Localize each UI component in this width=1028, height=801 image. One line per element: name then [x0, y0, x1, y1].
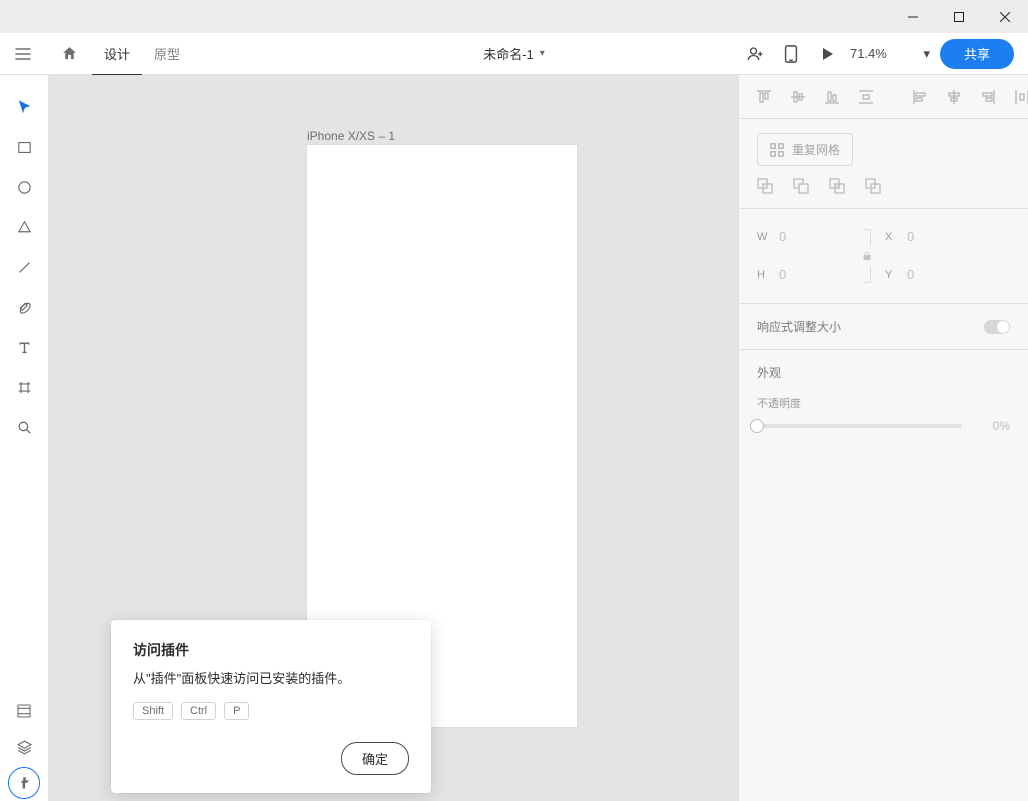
responsive-label: 响应式调整大小 [757, 318, 841, 335]
left-toolbar [0, 75, 49, 801]
artboard-tool[interactable] [0, 367, 49, 407]
repeat-grid-section: 重复网格 [739, 119, 1028, 209]
line-tool[interactable] [0, 247, 49, 287]
y-label: Y [885, 269, 899, 281]
inspector-panel: 重复网格 W 0 X 0 H [738, 75, 1028, 801]
opacity-label: 不透明度 [757, 395, 1010, 411]
repeat-grid-button[interactable]: 重复网格 [757, 133, 853, 166]
plugins-panel-button[interactable] [0, 765, 49, 801]
bool-exclude-icon[interactable] [865, 178, 881, 194]
coach-mark-popover: 访问插件 从"插件"面板快速访问已安装的插件。 Shift Ctrl P 确定 [111, 620, 431, 793]
repeat-grid-label: 重复网格 [792, 141, 840, 158]
close-button[interactable] [982, 0, 1028, 33]
height-label: H [757, 269, 771, 281]
bool-intersect-icon[interactable] [829, 178, 845, 194]
pen-tool[interactable] [0, 287, 49, 327]
home-button[interactable] [46, 33, 92, 75]
device-preview-icon[interactable] [778, 33, 804, 75]
artboard-title[interactable]: iPhone X/XS – 1 [307, 129, 395, 143]
appearance-heading: 外观 [757, 364, 1010, 381]
text-tool[interactable] [0, 327, 49, 367]
zoom-tool[interactable] [0, 407, 49, 447]
ellipse-tool[interactable] [0, 167, 49, 207]
zoom-value: 71.4% [850, 46, 887, 61]
bool-subtract-icon[interactable] [793, 178, 809, 194]
distribute-v-icon[interactable] [857, 88, 875, 106]
chevron-down-icon: ▾ [540, 48, 545, 59]
align-bottom-icon[interactable] [823, 88, 841, 106]
opacity-slider[interactable] [757, 424, 962, 428]
width-input[interactable]: 0 [779, 229, 849, 245]
menu-button[interactable] [0, 33, 46, 75]
responsive-section: 响应式调整大小 [739, 304, 1028, 350]
chevron-down-icon: ▾ [923, 46, 930, 62]
document-title-dropdown[interactable]: 未命名-1 ▾ [483, 44, 545, 63]
x-label: X [885, 231, 899, 243]
align-left-icon[interactable] [911, 88, 929, 106]
maximize-button[interactable] [936, 0, 982, 33]
tab-prototype[interactable]: 原型 [142, 33, 192, 75]
share-button[interactable]: 共享 [940, 39, 1014, 69]
boolean-ops-row [757, 178, 1010, 194]
key-ctrl: Ctrl [181, 702, 216, 720]
align-right-icon[interactable] [979, 88, 997, 106]
canvas-area[interactable]: iPhone X/XS – 1 访问插件 从"插件"面板快速访问已安装的插件。 … [49, 75, 738, 801]
polygon-tool[interactable] [0, 207, 49, 247]
geometry-section: W 0 X 0 H 0 Y 0 [739, 209, 1028, 304]
bool-add-icon[interactable] [757, 178, 773, 194]
align-row [739, 75, 1028, 119]
assets-panel-button[interactable] [0, 693, 49, 729]
play-preview-icon[interactable] [814, 33, 840, 75]
layers-panel-button[interactable] [0, 729, 49, 765]
align-top-icon[interactable] [755, 88, 773, 106]
key-shift: Shift [133, 702, 173, 720]
document-title: 未命名-1 [483, 44, 534, 63]
tab-design[interactable]: 设计 [92, 33, 142, 75]
distribute-h-icon[interactable] [1013, 88, 1028, 106]
align-vcenter-icon[interactable] [789, 88, 807, 106]
align-hcenter-icon[interactable] [945, 88, 963, 106]
opacity-value: 0% [976, 419, 1010, 433]
height-input[interactable]: 0 [779, 267, 849, 283]
top-nav: 设计 原型 未命名-1 ▾ 71.4% ▾ 共享 [0, 33, 1028, 75]
popover-body: 从"插件"面板快速访问已安装的插件。 [133, 670, 409, 688]
popover-title: 访问插件 [133, 640, 409, 660]
window-titlebar [0, 0, 1028, 33]
minimize-button[interactable] [890, 0, 936, 33]
invite-user-icon[interactable] [742, 33, 768, 75]
y-input[interactable]: 0 [907, 267, 977, 283]
appearance-section: 外观 不透明度 0% [739, 350, 1028, 447]
shortcut-keys: Shift Ctrl P [133, 702, 409, 720]
lock-aspect-icon[interactable] [857, 229, 877, 283]
responsive-toggle[interactable] [984, 320, 1010, 334]
ok-button[interactable]: 确定 [341, 742, 409, 775]
zoom-dropdown[interactable]: 71.4% ▾ [850, 46, 930, 62]
select-tool[interactable] [0, 87, 49, 127]
key-p: P [224, 702, 249, 720]
x-input[interactable]: 0 [907, 229, 977, 245]
width-label: W [757, 231, 771, 243]
rectangle-tool[interactable] [0, 127, 49, 167]
